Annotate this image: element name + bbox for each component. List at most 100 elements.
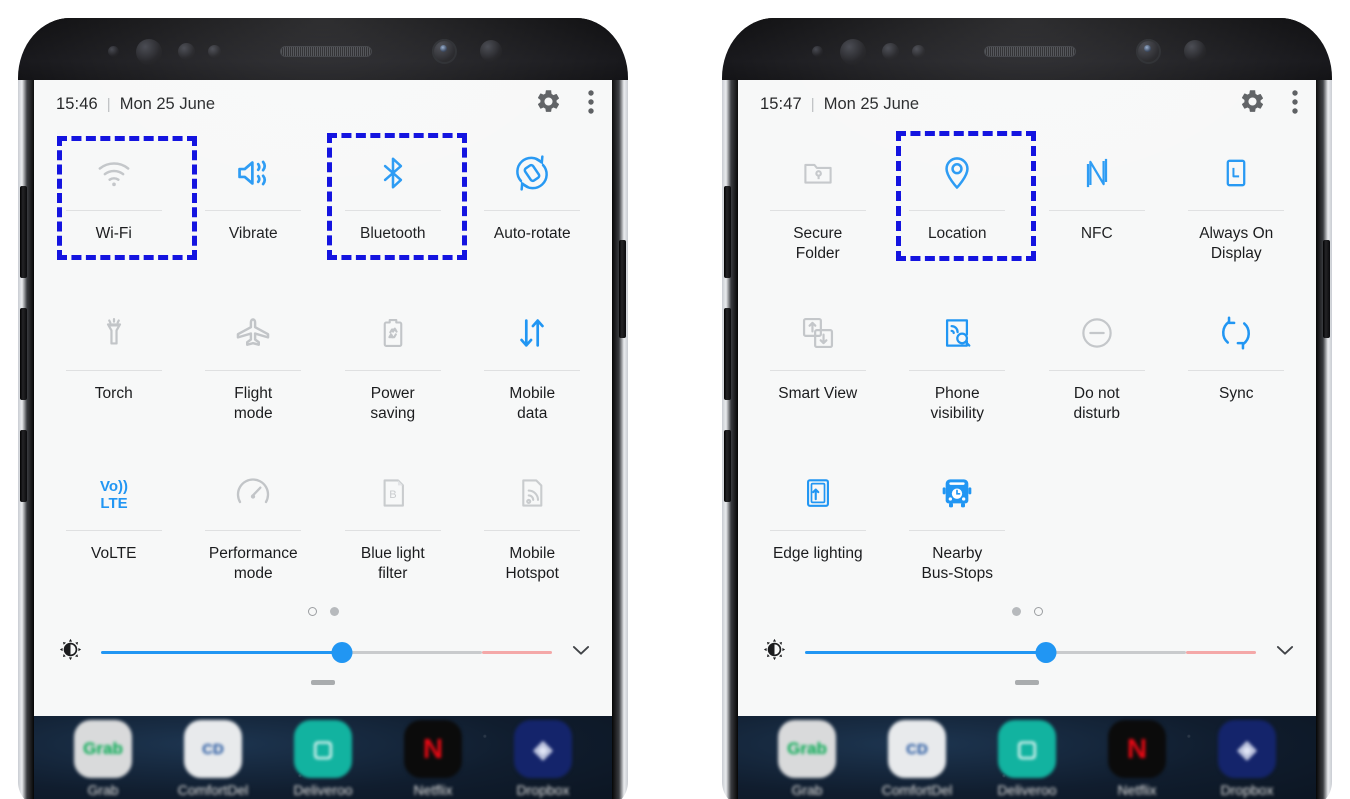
svg-text:B: B [389, 489, 396, 501]
tile-divider [205, 370, 302, 371]
quick-tile-phone-visibility[interactable]: Phone visibility [888, 288, 1028, 448]
tile-divider [65, 210, 162, 211]
quick-tile-mobile-hotspot[interactable]: Mobile Hotspot [463, 448, 603, 598]
home-indicator[interactable] [34, 680, 612, 696]
deliveroo-app-icon: ▢ [998, 720, 1056, 778]
tile-divider [909, 530, 1006, 531]
tile-divider [1048, 210, 1145, 211]
chevron-down-icon[interactable] [1272, 637, 1298, 668]
front-camera-icon [1136, 39, 1161, 64]
quick-tile-volte[interactable]: Vo)) LTE VoLTE [44, 448, 184, 598]
quick-tile-do-not-disturb[interactable]: Do not disturb [1027, 288, 1167, 448]
quick-tile-sync[interactable]: Sync [1167, 288, 1307, 448]
dock-app[interactable]: Grab Grab [761, 720, 853, 798]
quick-tile-power-saving[interactable]: Power saving [323, 288, 463, 448]
tile-divider [344, 530, 441, 531]
quick-tile-torch[interactable]: Torch [44, 288, 184, 448]
brightness-slider[interactable] [101, 642, 552, 663]
page-dot-2[interactable] [329, 606, 339, 616]
slider-track-high-range [1186, 651, 1256, 654]
quick-tile-blue-light-filter[interactable]: B Blue light filter [323, 448, 463, 598]
power-button[interactable] [619, 240, 626, 338]
phone-top-bezel [722, 18, 1332, 80]
quick-tile-bluetooth[interactable]: Bluetooth [323, 128, 463, 288]
dock-app[interactable]: N Netflix [1091, 720, 1183, 798]
gear-icon[interactable] [1239, 88, 1266, 120]
volume-up-button[interactable] [724, 186, 731, 278]
quick-tile-performance-mode[interactable]: Performance mode [184, 448, 324, 598]
light-sensor-icon [882, 43, 899, 60]
quick-tile-always-on-display[interactable]: Always On Display [1167, 128, 1307, 288]
bixby-button[interactable] [724, 430, 731, 502]
bixby-button[interactable] [20, 430, 27, 502]
quick-tile-secure-folder[interactable]: Secure Folder [748, 128, 888, 288]
slider-thumb[interactable] [1035, 642, 1057, 663]
quick-tile-label: Secure Folder [793, 225, 843, 262]
dock-app-label: Grab [791, 782, 823, 798]
quick-tile-auto-rotate[interactable]: Auto-rotate [463, 128, 603, 288]
quick-tile-empty-slot [1027, 448, 1167, 598]
quick-tile-label: Wi-Fi [95, 225, 132, 242]
page-dot-1[interactable] [307, 606, 317, 616]
tile-divider [205, 530, 302, 531]
dock-app-label: ComfortDel [881, 782, 953, 798]
tile-divider [484, 370, 581, 371]
quick-tile-label: Edge lighting [772, 545, 863, 562]
volume-down-button[interactable] [20, 308, 27, 400]
vibrate-icon [234, 150, 272, 196]
gear-icon[interactable] [535, 88, 562, 120]
page-dot-1[interactable] [1011, 606, 1021, 616]
kebab-menu-icon[interactable] [588, 89, 594, 120]
dropbox-app-icon: ◈ [514, 720, 572, 778]
quick-tile-label: VoLTE [91, 545, 137, 562]
kebab-menu-icon[interactable] [1292, 89, 1298, 120]
grab-app-icon: Grab [778, 720, 836, 778]
bluetooth-icon [374, 150, 412, 196]
quick-tile-mobile-data[interactable]: Mobile data [463, 288, 603, 448]
tile-divider [769, 370, 866, 371]
volume-down-button[interactable] [724, 308, 731, 400]
quick-tile-label: Nearby Bus-Stops [921, 545, 993, 582]
quick-tile-location[interactable]: Location [888, 128, 1028, 288]
dock-app[interactable]: N Netflix [387, 720, 479, 798]
phone-device-left: 15:46 | Mon 25 June Wi-Fi Vibrate Blueto… [18, 18, 628, 799]
dock-app-label: Dropbox [1220, 782, 1274, 798]
quick-tile-wifi[interactable]: Wi-Fi [44, 128, 184, 288]
quick-tile-label: NFC [1080, 225, 1113, 242]
dock-app[interactable]: CD ComfortDel [871, 720, 963, 798]
tile-divider [1188, 370, 1285, 371]
quick-tile-label: Mobile data [509, 385, 556, 422]
volume-up-button[interactable] [20, 186, 27, 278]
tile-divider [769, 210, 866, 211]
slider-thumb[interactable] [331, 642, 353, 663]
dock-app[interactable]: ◈ Dropbox [497, 720, 589, 798]
slider-track-filled [101, 651, 343, 654]
quick-tile-label: Do not disturb [1073, 385, 1121, 422]
page-indicator[interactable] [34, 598, 612, 624]
page-indicator[interactable] [738, 598, 1316, 624]
quick-tile-nfc[interactable]: NFC [1027, 128, 1167, 288]
dock-app[interactable]: Grab Grab [57, 720, 149, 798]
dock-app[interactable]: ▢ Deliveroo [981, 720, 1073, 798]
brightness-slider[interactable] [805, 642, 1256, 663]
quick-tile-edge-lighting[interactable]: Edge lighting [748, 448, 888, 598]
dock-app[interactable]: ◈ Dropbox [1201, 720, 1293, 798]
quick-tile-smart-view[interactable]: Smart View [748, 288, 888, 448]
brightness-row [738, 624, 1316, 680]
chevron-down-icon[interactable] [568, 637, 594, 668]
dock-app[interactable]: CD ComfortDel [167, 720, 259, 798]
page-dot-2[interactable] [1033, 606, 1043, 616]
power-button[interactable] [1323, 240, 1330, 338]
quick-settings-row-1: Secure Folder Location NFC Always On Dis… [738, 128, 1316, 288]
dock-app-label: Grab [87, 782, 119, 798]
status-time: 15:47 [760, 94, 802, 113]
phone-screen-left: 15:46 | Mon 25 June Wi-Fi Vibrate Blueto… [34, 80, 612, 799]
quick-tile-vibrate[interactable]: Vibrate [184, 128, 324, 288]
secondary-sensor-icon [1184, 40, 1206, 62]
home-indicator[interactable] [738, 680, 1316, 696]
svg-text:Vo)): Vo)) [100, 478, 128, 495]
dock-app[interactable]: ▢ Deliveroo [277, 720, 369, 798]
tile-divider [484, 210, 581, 211]
quick-tile-flight-mode[interactable]: Flight mode [184, 288, 324, 448]
quick-tile-nearby-bus-stops[interactable]: Nearby Bus-Stops [888, 448, 1028, 598]
